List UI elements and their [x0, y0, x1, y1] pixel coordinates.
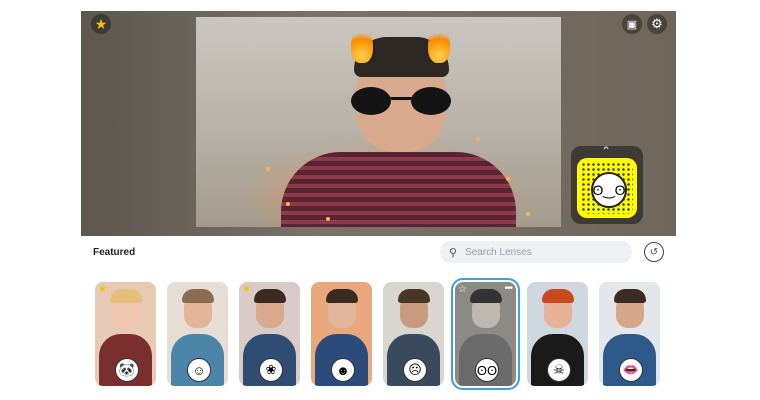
flower-crown-lens[interactable]: ❀ ★ — [239, 282, 300, 386]
lens-badge-icon: 🐼 — [115, 358, 139, 382]
chevron-up-icon[interactable]: ⌃ — [601, 144, 611, 158]
ghost-lens[interactable]: ☺ — [167, 282, 228, 386]
lens-badge-icon: 👄 — [619, 358, 643, 382]
spark — [286, 202, 290, 206]
thumbnail-hair — [326, 289, 358, 303]
search-icon: ⚲ — [449, 246, 458, 259]
sunglasses — [351, 87, 451, 115]
lens-badge-icon: ☺ — [187, 358, 211, 382]
snapcode[interactable]: ʘ‿ʘ — [577, 158, 637, 218]
favorite-star-icon[interactable]: ★ — [98, 284, 107, 295]
thumbnail-hair — [254, 289, 286, 303]
devil-horn-left — [351, 27, 373, 63]
thumbnail-hair — [398, 289, 430, 303]
lens-badge-icon: ☹ — [403, 358, 427, 382]
camera-preview: ★ ▣ ⚙ ⌃ ʘ‿ʘ — [81, 11, 676, 236]
spark — [326, 217, 330, 221]
mustache-lens[interactable]: 👄 — [599, 282, 660, 386]
thumbnail-hair — [182, 289, 214, 303]
search-input[interactable] — [463, 245, 618, 259]
thumbnail-hair — [542, 289, 574, 303]
camera-feed — [196, 17, 561, 227]
search-bar[interactable]: ⚲ — [440, 241, 632, 263]
history-icon[interactable]: ↺ — [644, 242, 664, 262]
lens-badge-icon: ❀ — [259, 358, 283, 382]
thumbnail-hair — [614, 289, 646, 303]
lens-panel: Featured ⚲ ↺ 🐼★☺❀★☻☹ʘʘ☆•••☠👄 — [81, 236, 676, 400]
spark — [526, 212, 530, 216]
settings-gear-icon[interactable]: ⚙ — [647, 14, 667, 34]
skull-mask-lens[interactable]: ☠ — [527, 282, 588, 386]
spark — [266, 167, 270, 171]
panda-lens[interactable]: 🐼 ★ — [95, 282, 156, 386]
favorite-star-icon[interactable]: ☆ — [458, 284, 467, 295]
spark — [506, 177, 510, 181]
section-title: Featured — [93, 247, 136, 258]
more-options-icon[interactable]: ••• — [504, 283, 512, 294]
lens-studio-window: ★ ▣ ⚙ ⌃ ʘ‿ʘ Featured ⚲ ↺ 🐼★☺❀★☻☹ʘʘ☆•••☠👄 — [81, 11, 676, 400]
twitch-icon[interactable]: ▣ — [622, 14, 642, 34]
twin-faces-lens[interactable]: ʘʘ ☆ ••• — [451, 278, 520, 390]
lens-badge-icon: ☻ — [331, 358, 355, 382]
cartoon-lens[interactable]: ☹ — [383, 282, 444, 386]
snapcode-lens-icon: ʘ‿ʘ — [591, 172, 627, 208]
favorite-star-icon[interactable]: ★ — [242, 284, 251, 295]
favorite-star-icon[interactable]: ★ — [91, 14, 111, 34]
lens-badge-icon: ʘʘ — [475, 358, 499, 382]
person-shirt — [281, 152, 516, 227]
thumbnail-hair — [470, 289, 502, 303]
snapcode-card[interactable]: ⌃ ʘ‿ʘ — [571, 144, 643, 224]
smile-lens[interactable]: ☻ — [311, 282, 372, 386]
spark — [476, 137, 480, 141]
lens-carousel: 🐼 ★ ☺ ❀ ★ ☻ ☹ ʘʘ ☆ ••• ☠ 👄 — [95, 278, 675, 390]
devil-horn-right — [428, 27, 450, 63]
thumbnail-hair — [110, 289, 142, 303]
lens-badge-icon: ☠ — [547, 358, 571, 382]
